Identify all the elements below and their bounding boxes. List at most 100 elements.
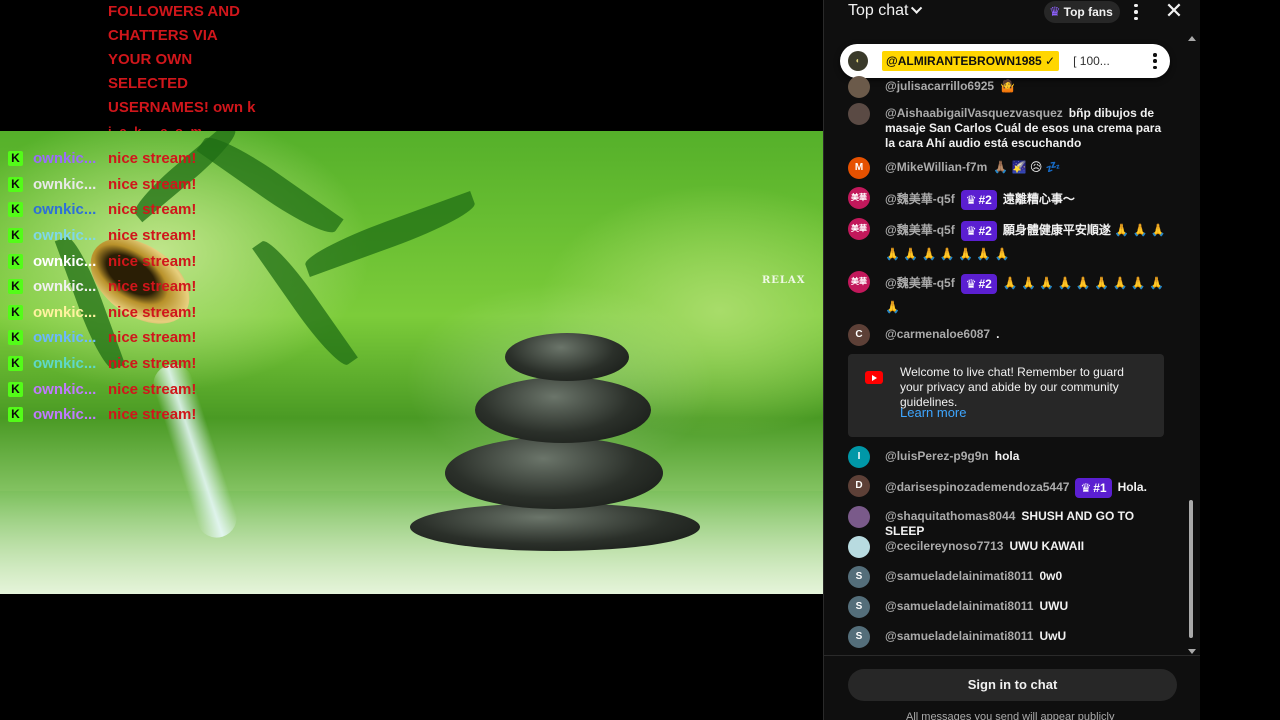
message-text: 遠離糟心事～ xyxy=(1002,192,1075,207)
avatar: S xyxy=(848,566,870,588)
kick-message: nice stream! xyxy=(108,278,197,296)
stone-3 xyxy=(445,437,663,509)
chat-message[interactable]: C @carmenaloe6087. xyxy=(848,324,1168,346)
avatar: S xyxy=(848,596,870,618)
chat-message[interactable]: M @MikeWillian-f7m 🙏🏽 🌠 😥 💤 xyxy=(848,157,1168,179)
kick-message: nice stream! xyxy=(108,303,197,321)
overlay-line: SELECTED xyxy=(108,75,189,92)
member-rank-badge: ♛ #1 xyxy=(1075,478,1112,498)
message-author[interactable]: @MikeWillian-f7m xyxy=(885,160,987,174)
message-text: 🤷 xyxy=(1000,79,1016,93)
avatar xyxy=(848,536,870,558)
message-author[interactable]: @魏美華-q5f xyxy=(885,223,955,237)
kick-chat-row: Kownkic... nice stream! xyxy=(8,172,196,198)
chat-message[interactable]: S @samueladelainimati8011 0w0 xyxy=(848,566,1168,588)
message-author[interactable]: @darisespinozademendoza5447 xyxy=(885,480,1069,494)
kick-message: nice stream! xyxy=(108,355,197,373)
learn-more-link[interactable]: Learn more xyxy=(900,405,966,420)
footer-note: All messages you send will appear public… xyxy=(906,711,1115,720)
kick-chat-row: Kownkic... nice stream! xyxy=(8,325,196,351)
message-author[interactable]: @carmenaloe6087 xyxy=(885,327,990,341)
chat-mode-label: Top chat xyxy=(848,2,909,19)
kick-logo-icon: K xyxy=(8,356,23,372)
kick-username: ownkic... xyxy=(33,303,97,321)
message-author[interactable]: @samueladelainimati8011 xyxy=(885,629,1033,643)
message-author[interactable]: @luisPerez-p9g9n xyxy=(885,449,989,463)
stone-top xyxy=(505,333,629,381)
kick-message: nice stream! xyxy=(108,150,197,168)
top-fans-button[interactable]: ♛ Top fans xyxy=(1044,1,1120,23)
kick-chat-row: Kownkic... nice stream! xyxy=(8,197,196,223)
avatar xyxy=(848,76,870,98)
welcome-text: Welcome to live chat! Remember to guard … xyxy=(900,365,1124,409)
chat-header: Top chat ♛ Top fans ✕ xyxy=(824,0,1200,24)
pinned-text: [ 100... xyxy=(1073,54,1110,68)
kick-chat-row: Kownkic... nice stream! xyxy=(8,300,196,326)
kick-username: ownkic... xyxy=(33,355,97,373)
chat-message[interactable]: @AishaabigailVasquezvasquez bñp dibujos d… xyxy=(848,103,1168,151)
chat-message[interactable]: 美華 @魏美華-q5f ♛ #2 遠離糟心事～ xyxy=(848,187,1168,210)
avatar xyxy=(848,103,870,125)
sign-in-to-chat-button[interactable]: Sign in to chat xyxy=(848,669,1177,701)
scroll-up-icon[interactable] xyxy=(1188,36,1196,41)
stream-area: FOLLOWERS AND CHATTERS VIA YOUR OWN SELE… xyxy=(0,0,823,720)
avatar: 美華 xyxy=(848,187,870,209)
message-text: 0w0 xyxy=(1039,569,1063,583)
close-icon[interactable]: ✕ xyxy=(1164,0,1184,22)
message-author[interactable]: @AishaabigailVasquezvasquez xyxy=(885,106,1063,120)
kick-username: ownkic... xyxy=(33,380,97,398)
chat-message[interactable]: S @samueladelainimati8011 UWU xyxy=(848,596,1168,618)
avatar: D xyxy=(848,475,870,497)
chat-message[interactable]: 美華 @魏美華-q5f ♛ #2 🙏 🙏 🙏 🙏 🙏 🙏 🙏 🙏 🙏 🙏 xyxy=(848,271,1168,319)
overlay-line: YOUR OWN xyxy=(108,51,193,68)
crown-icon: ♛ xyxy=(1080,480,1092,495)
kick-chat-row: Kownkic... nice stream! xyxy=(8,402,196,428)
stone-base xyxy=(410,503,700,551)
kick-message: nice stream! xyxy=(108,380,197,398)
chat-message[interactable]: @julisacarrillo6925 🤷 xyxy=(848,76,1168,98)
scroll-thumb[interactable] xyxy=(1189,500,1193,638)
stone-2 xyxy=(475,377,651,443)
member-rank-badge: ♛ #2 xyxy=(960,220,997,241)
chat-message[interactable]: 美華 @魏美華-q5f ♛ #2 願身體健康平安順遂 🙏 🙏 🙏 🙏 🙏 🙏 🙏 🙏 … xyxy=(848,218,1168,266)
kick-chat-row: Kownkic... nice stream! xyxy=(8,146,196,172)
chat-message[interactable]: D @darisespinozademendoza5447 ♛ #1 Hola. xyxy=(848,475,1168,498)
kick-message: nice stream! xyxy=(108,252,197,270)
message-author[interactable]: @samueladelainimati8011 xyxy=(885,569,1033,583)
kick-logo-icon: K xyxy=(8,176,23,192)
scroll-down-icon[interactable] xyxy=(1188,649,1196,654)
message-author[interactable]: @cecilereynoso7713 xyxy=(885,539,1003,553)
video-watermark: RELAX xyxy=(762,275,806,286)
overlay-line: USERNAMES! own k xyxy=(108,99,256,116)
message-text: UwU xyxy=(1039,629,1067,643)
chat-message[interactable]: S @samueladelainimati8011 UwU xyxy=(848,626,1168,648)
avatar: S xyxy=(848,626,870,648)
overlay-line: CHATTERS VIA xyxy=(108,27,218,44)
more-options-icon[interactable] xyxy=(1130,1,1142,23)
chat-scrollbar[interactable] xyxy=(1186,36,1196,654)
kick-username: ownkic... xyxy=(33,175,97,193)
message-author[interactable]: @julisacarrillo6925 xyxy=(885,79,994,93)
message-author[interactable]: @samueladelainimati8011 xyxy=(885,599,1033,613)
youtube-icon xyxy=(865,371,883,384)
kick-logo-icon: K xyxy=(8,304,23,320)
chat-footer: Sign in to chat All messages you send wi… xyxy=(824,655,1200,720)
pinned-more-icon[interactable] xyxy=(1152,53,1158,69)
right-margin xyxy=(1200,0,1280,720)
live-chat-panel: Top chat ♛ Top fans ✕ ◐ @ALMIRANTEBROWN1… xyxy=(823,0,1200,720)
chat-mode-dropdown[interactable]: Top chat xyxy=(848,2,923,20)
message-author[interactable]: @魏美華-q5f xyxy=(885,276,955,290)
pinned-message[interactable]: ◐ @ALMIRANTEBROWN1985 ✓ [ 100... xyxy=(840,44,1170,78)
message-author[interactable]: @shaquitathomas8044 xyxy=(885,509,1015,523)
message-author[interactable]: @魏美華-q5f xyxy=(885,192,955,206)
kick-logo-icon: K xyxy=(8,279,23,295)
chat-message[interactable]: I @luisPerez-p9g9n hola xyxy=(848,446,1168,468)
chat-message[interactable]: @cecilereynoso7713 UWU KAWAII xyxy=(848,536,1168,558)
kick-username: ownkic... xyxy=(33,150,97,168)
kick-chat-overlay: Kownkic... nice stream! Kownkic... nice st… xyxy=(8,146,196,428)
pinned-author: @ALMIRANTEBROWN1985 ✓ xyxy=(882,51,1060,71)
overlay-promo-text: FOLLOWERS AND CHATTERS VIA YOUR OWN SELE… xyxy=(108,0,268,144)
chat-message[interactable]: @shaquitathomas8044 SHUSH AND GO TO SLEEP xyxy=(848,506,1168,539)
member-rank-badge: ♛ #2 xyxy=(960,273,997,294)
crown-icon: ♛ xyxy=(965,223,977,238)
